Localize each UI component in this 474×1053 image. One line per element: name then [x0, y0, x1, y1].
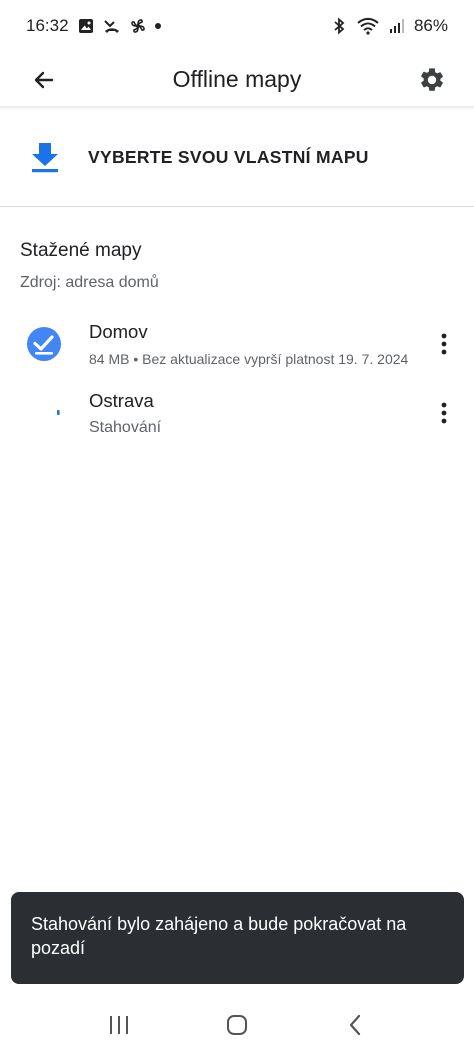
snackbar: Stahování bylo zahájeno a bude pokračova… — [11, 892, 464, 984]
home-icon — [227, 1014, 247, 1035]
wifi-icon — [356, 17, 380, 35]
status-left: 16:32 — [26, 16, 161, 36]
progress-spinner-icon — [57, 410, 60, 415]
map-meta: 84 MB • Bez aktualizace vyprší platnost … — [89, 351, 409, 367]
map-name: Ostrava — [89, 390, 154, 411]
missed-call-icon — [103, 17, 121, 35]
signal-icon — [388, 17, 406, 35]
recents-button[interactable] — [99, 1005, 139, 1045]
choose-own-map-button[interactable]: VYBERTE SVOU VLASTNÍ MAPU — [0, 118, 474, 198]
list-item-domov[interactable]: Domov 84 MB • Bez aktualizace vyprší pla… — [0, 316, 474, 378]
snackbar-text: Stahování bylo zahájeno a bude pokračova… — [31, 914, 407, 958]
status-bar: 16:32 86% — [0, 0, 474, 52]
battery-level: 86% — [413, 16, 448, 35]
nav-back-button[interactable] — [335, 1005, 375, 1045]
more-vert-icon — [441, 402, 447, 424]
map-name: Domov — [89, 321, 148, 342]
settings-button[interactable] — [412, 60, 452, 100]
app-bar: Offline mapy — [0, 52, 474, 108]
check-circle-icon — [27, 327, 61, 361]
dot-icon — [154, 23, 161, 29]
arrow-back-icon — [34, 71, 54, 89]
choose-own-map-label: VYBERTE SVOU VLASTNÍ MAPU — [88, 147, 369, 167]
page-title: Offline mapy — [172, 66, 302, 92]
recents-icon — [110, 1015, 128, 1034]
section-subtitle-source: Zdroj: adresa domů — [20, 274, 159, 291]
back-button[interactable] — [24, 60, 64, 100]
gear-icon — [421, 68, 443, 91]
more-options-button[interactable] — [428, 393, 460, 433]
pinwheel-icon — [129, 17, 147, 35]
more-vert-icon — [441, 333, 447, 355]
app-bar-shadow — [0, 106, 474, 110]
system-nav-bar — [0, 996, 474, 1053]
bluetooth-icon — [330, 17, 348, 35]
back-icon — [349, 1014, 361, 1035]
download-icon — [32, 143, 58, 173]
status-right: 86% — [330, 16, 448, 36]
status-time: 16:32 — [26, 16, 69, 35]
image-icon — [77, 17, 95, 35]
list-item-ostrava[interactable]: Ostrava Stahování — [0, 385, 474, 447]
section-title-downloaded: Stažené mapy — [20, 240, 142, 261]
more-options-button[interactable] — [428, 324, 460, 364]
divider — [0, 206, 474, 207]
map-status: Stahování — [89, 419, 162, 436]
home-button[interactable] — [217, 1005, 257, 1045]
